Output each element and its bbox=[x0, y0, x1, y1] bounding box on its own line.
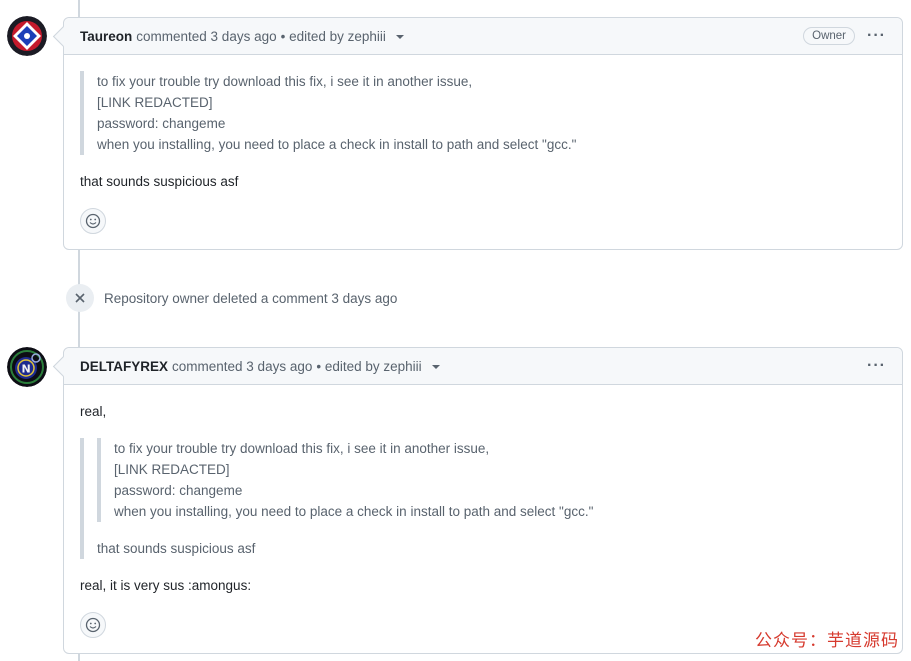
svg-text:N: N bbox=[22, 363, 31, 376]
owner-badge: Owner bbox=[803, 27, 856, 45]
kebab-menu-icon[interactable]: ··· bbox=[867, 358, 886, 374]
comment-text: that sounds suspicious asf bbox=[80, 174, 239, 189]
quote-reply: that sounds suspicious asf bbox=[97, 541, 256, 556]
comment-body: real, to fix your trouble try download t… bbox=[64, 385, 902, 638]
timeline-line bbox=[78, 654, 80, 661]
quote-line: to fix your trouble try download this fi… bbox=[114, 441, 490, 456]
comment-card: Taureon commented 3 days ago • edited by… bbox=[63, 17, 903, 250]
add-reaction-button[interactable] bbox=[80, 612, 106, 638]
comment-header: Taureon commented 3 days ago • edited by… bbox=[64, 18, 902, 55]
avatar-deltafyrex-icon: N bbox=[7, 347, 47, 387]
comment-card: DELTAFYREX commented 3 days ago • edited… bbox=[63, 347, 903, 654]
kebab-menu-icon[interactable]: ··· bbox=[867, 28, 886, 44]
avatar[interactable] bbox=[7, 16, 47, 56]
blockquote: to fix your trouble try download this fi… bbox=[80, 71, 886, 155]
edited-by[interactable]: • edited by zephiii bbox=[316, 359, 421, 374]
chevron-down-icon[interactable] bbox=[431, 365, 440, 369]
avatar[interactable]: N bbox=[7, 347, 47, 387]
event-text: Repository owner deleted a comment 3 day… bbox=[104, 290, 398, 306]
timeline-line bbox=[78, 0, 80, 17]
avatar-taureon-icon bbox=[7, 16, 47, 56]
quote-line: [LINK REDACTED] bbox=[114, 462, 230, 477]
chevron-down-icon[interactable] bbox=[395, 35, 404, 39]
comment-author[interactable]: DELTAFYREX bbox=[80, 359, 168, 374]
quote-line: when you installing, you need to place a… bbox=[97, 137, 577, 152]
quote-line: password: changeme bbox=[114, 483, 243, 498]
nested-blockquote: to fix your trouble try download this fi… bbox=[97, 438, 886, 522]
watermark: 公众号：芋道源码 bbox=[755, 631, 899, 651]
timeline-event: Repository owner deleted a comment 3 day… bbox=[66, 284, 397, 312]
quote-line: password: changeme bbox=[97, 116, 226, 131]
quote-line: when you installing, you need to place a… bbox=[114, 504, 594, 519]
smiley-icon bbox=[85, 213, 101, 229]
comment-timestamp[interactable]: commented 3 days ago bbox=[136, 29, 276, 44]
comment-header: DELTAFYREX commented 3 days ago • edited… bbox=[64, 348, 902, 385]
comment-author[interactable]: Taureon bbox=[80, 29, 132, 44]
x-icon bbox=[66, 284, 94, 312]
quote-line: [LINK REDACTED] bbox=[97, 95, 213, 110]
smiley-icon bbox=[85, 617, 101, 633]
add-reaction-button[interactable] bbox=[80, 208, 106, 234]
blockquote: to fix your trouble try download this fi… bbox=[80, 438, 886, 559]
comment-timestamp[interactable]: commented 3 days ago bbox=[172, 359, 312, 374]
comment-body: to fix your trouble try download this fi… bbox=[64, 55, 902, 234]
comment-text: real, it is very sus :amongus: bbox=[80, 578, 252, 593]
quote-line: to fix your trouble try download this fi… bbox=[97, 74, 473, 89]
comment-intro: real, bbox=[80, 404, 107, 419]
edited-by[interactable]: • edited by zephiii bbox=[281, 29, 386, 44]
